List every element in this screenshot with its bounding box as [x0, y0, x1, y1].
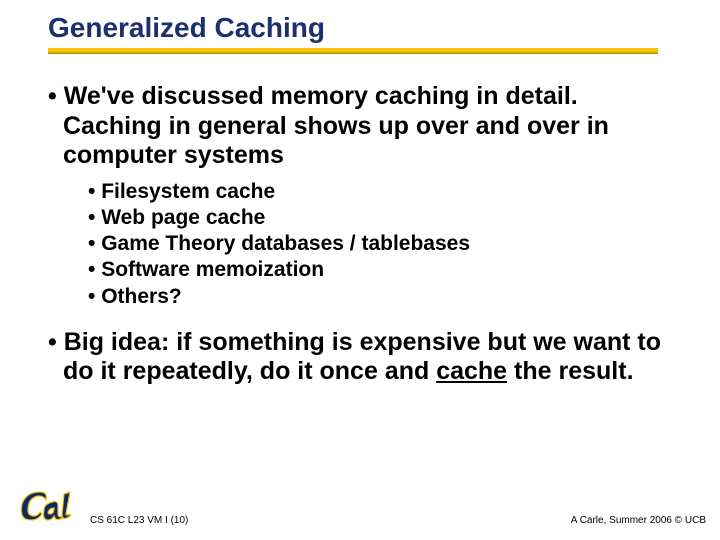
slide-body: We've discussed memory caching in detail… [0, 54, 720, 387]
footer-left: CS 61C L23 VM I (10) [76, 515, 571, 528]
footer-right: A Carle, Summer 2006 © UCB [571, 515, 706, 528]
bullet-1: We've discussed memory caching in detail… [48, 82, 678, 171]
cal-logo-icon [18, 486, 76, 528]
subbullet: Others? [88, 284, 678, 310]
subbullet: Game Theory databases / tablebases [88, 231, 678, 257]
subbullet: Web page cache [88, 205, 678, 231]
footer: CS 61C L23 VM I (10) A Carle, Summer 200… [0, 486, 720, 528]
bullet-2: Big idea: if something is expensive but … [48, 328, 678, 387]
bullet-1-sublist: Filesystem cache Web page cache Game The… [88, 179, 678, 310]
subbullet: Software memoization [88, 257, 678, 283]
slide-title: Generalized Caching [48, 12, 720, 44]
subbullet: Filesystem cache [88, 179, 678, 205]
